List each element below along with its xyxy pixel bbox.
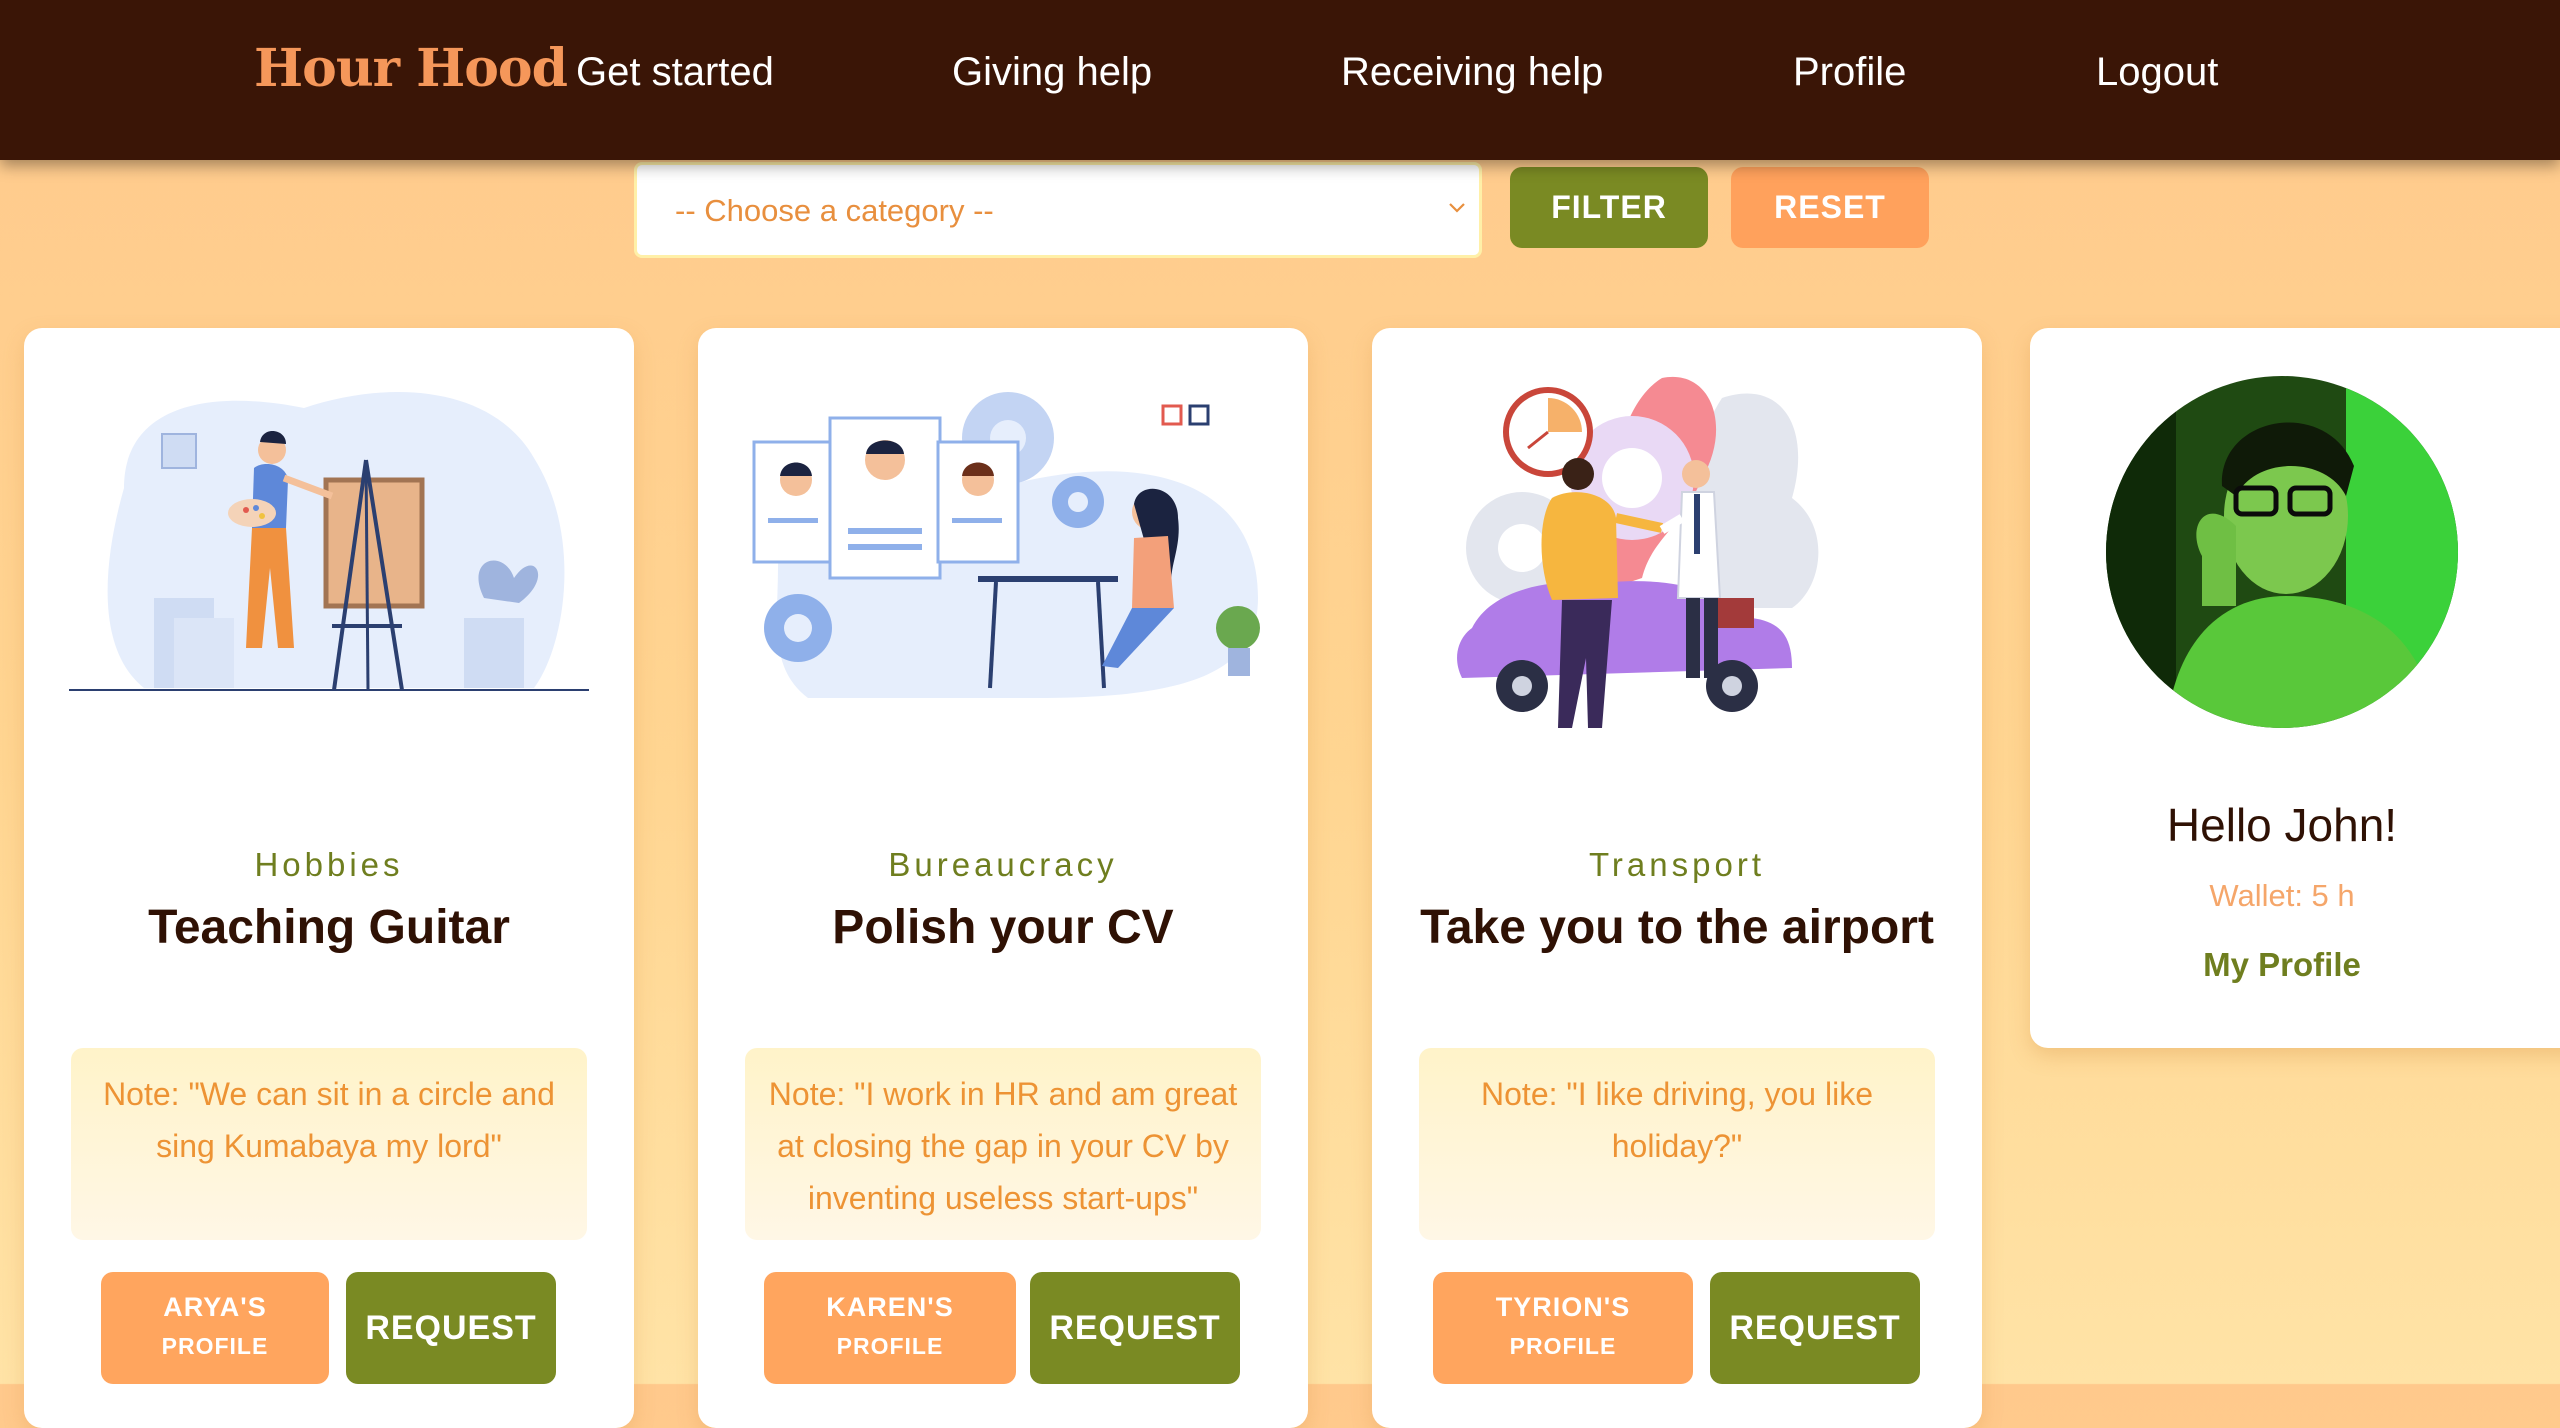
profile-button-name: ARYA'S [163,1292,267,1322]
wallet-balance: Wallet: 5 h [2209,878,2355,913]
service-card-bureaucracy: Bureaucracy Polish your CV Note: "I work… [698,328,1308,1428]
card-note: Note: "We can sit in a circle and sing K… [71,1048,587,1240]
card-category: Transport [1589,846,1765,883]
card-note: Note: "I work in HR and am great at clos… [745,1048,1261,1240]
view-profile-button[interactable]: TYRION'S PROFILE [1433,1272,1693,1384]
top-navbar: Hour Hood Get started Giving help Receiv… [0,0,2560,160]
painting-illustration [69,392,589,691]
service-card-transport: Transport Take you to the airport Note: … [1372,328,1982,1428]
brand-logo[interactable]: Hour Hood [254,38,568,99]
profile-button-name: KAREN'S [826,1292,954,1322]
nav-logout[interactable]: Logout [2096,50,2218,95]
cv-illustration [752,392,1260,698]
user-profile-card: Hello John! Wallet: 5 h My Profile [2030,328,2560,1048]
category-select-value: -- Choose a category -- [675,193,994,228]
profile-button-label: PROFILE [1509,1333,1617,1359]
nav-profile[interactable]: Profile [1793,50,1906,95]
nav-receiving-help[interactable]: Receiving help [1341,50,1603,95]
my-profile-link[interactable]: My Profile [2030,946,2534,984]
card-note: Note: "I like driving, you like holiday?… [1419,1048,1935,1240]
nav-get-started[interactable]: Get started [576,50,774,95]
request-button[interactable]: REQUEST [1710,1272,1920,1384]
user-photo [2106,376,2458,728]
profile-button-name: TYRION'S [1495,1292,1631,1322]
card-title: Take you to the airport [1420,901,1934,954]
service-card-hobbies: Hobbies Teaching Guitar Note: "We can si… [24,328,634,1428]
card-title: Teaching Guitar [148,901,510,954]
request-button[interactable]: REQUEST [346,1272,556,1384]
card-category: Bureaucracy [888,846,1118,883]
avatar [2106,376,2458,728]
view-profile-button[interactable]: KAREN'S PROFILE [764,1272,1016,1384]
view-profile-button[interactable]: ARYA'S PROFILE [101,1272,329,1384]
chevron-down-icon [1449,203,1465,213]
reset-button[interactable]: RESET [1731,167,1929,248]
profile-button-label: PROFILE [836,1333,944,1359]
card-title: Polish your CV [832,901,1174,954]
category-select[interactable]: -- Choose a category -- [634,162,1482,258]
filter-button[interactable]: FILTER [1510,167,1708,248]
greeting-text: Hello John! [2166,799,2398,851]
card-category: Hobbies [254,846,404,883]
car-illustration [1457,376,1819,728]
request-button[interactable]: REQUEST [1030,1272,1240,1384]
nav-giving-help[interactable]: Giving help [952,50,1152,95]
profile-button-label: PROFILE [161,1333,269,1359]
